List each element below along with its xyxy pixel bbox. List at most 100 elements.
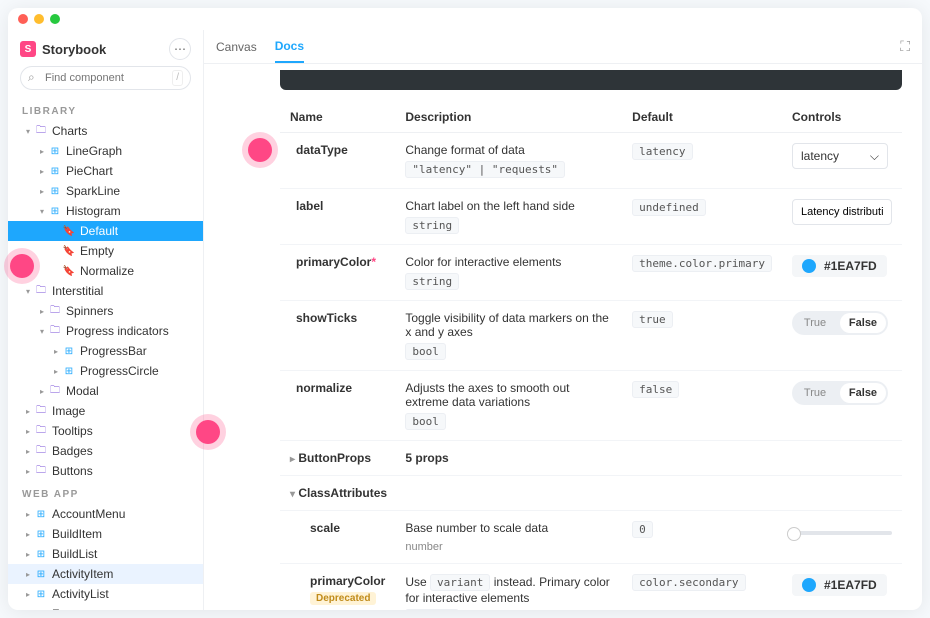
search-shortcut-hint: /: [172, 70, 183, 86]
sidebar-item-accountmenu[interactable]: ▸⊞AccountMenu: [8, 504, 203, 524]
default-value: true: [632, 311, 673, 328]
default-value: theme.color.primary: [632, 255, 772, 272]
bookmark-icon: 🔖: [62, 246, 76, 257]
highlight-dot-icon: [196, 420, 220, 444]
brand-label: Storybook: [42, 42, 106, 57]
section-label-webapp: WEB APP: [8, 481, 203, 504]
close-window-dot[interactable]: [18, 14, 28, 24]
sidebar-item-footer[interactable]: ▸⊞Footer: [8, 604, 203, 610]
type-signature: string: [405, 609, 459, 610]
type-signature: bool: [405, 413, 446, 430]
sidebar-item-piechart[interactable]: ▸⊞PieChart: [8, 161, 203, 181]
folder-icon: 🗀: [48, 303, 62, 320]
folder-icon: 🗀: [34, 403, 48, 420]
arg-row-showticks: showTicks Toggle visibility of data mark…: [280, 301, 902, 371]
default-value: undefined: [632, 199, 706, 216]
sidebar-item-buttons[interactable]: ▸🗀Buttons: [8, 461, 203, 481]
args-table: Name Description Default Controls dataTy…: [280, 102, 902, 610]
control-color-primarycolor[interactable]: #1EA7FD: [792, 255, 887, 277]
sidebar-item-tooltips[interactable]: ▸🗀Tooltips: [8, 421, 203, 441]
sidebar-item-builditem[interactable]: ▸⊞BuildItem: [8, 524, 203, 544]
storybook-logo-icon: [20, 41, 36, 57]
search-input[interactable]: [20, 66, 191, 90]
control-toggle-showticks[interactable]: True False: [792, 311, 888, 335]
bookmark-icon: 🔖: [62, 226, 76, 237]
tab-canvas[interactable]: Canvas: [216, 30, 257, 63]
col-controls: Controls: [782, 102, 902, 133]
component-icon: ⊞: [34, 569, 48, 580]
control-color-primarycolor-deprecated[interactable]: #1EA7FD: [792, 574, 887, 596]
sidebar-story-empty[interactable]: 🔖Empty: [8, 241, 203, 261]
bookmark-icon: 🔖: [62, 266, 76, 277]
control-slider-scale[interactable]: [792, 531, 892, 535]
preview-code-strip: [280, 70, 902, 90]
type-signature: string: [405, 217, 459, 234]
component-icon: ⊞: [48, 206, 62, 217]
component-icon: ⊞: [34, 549, 48, 560]
fullscreen-icon[interactable]: ⛶: [900, 38, 910, 55]
folder-icon: 🗀: [34, 123, 48, 140]
arg-row-normalize: normalize Adjusts the axes to smooth out…: [280, 371, 902, 441]
required-star: *: [371, 255, 376, 269]
arg-row-primarycolor-deprecated: primaryColor Deprecated Use variant inst…: [280, 564, 902, 611]
sidebar-item-progress-indicators[interactable]: ▾🗀Progress indicators: [8, 321, 203, 341]
minimize-window-dot[interactable]: [34, 14, 44, 24]
sidebar-item-linegraph[interactable]: ▸⊞LineGraph: [8, 141, 203, 161]
section-classattributes[interactable]: ▾ ClassAttributes: [280, 476, 902, 511]
sidebar-more-button[interactable]: ⋯: [169, 38, 191, 60]
sidebar-story-default[interactable]: 🔖Default: [8, 221, 203, 241]
component-icon: ⊞: [34, 609, 48, 611]
color-swatch-icon: [802, 259, 816, 273]
sidebar-item-activityitem[interactable]: ▸⊞ActivityItem: [8, 564, 203, 584]
col-description: Description: [395, 102, 622, 133]
type-hint: number: [405, 541, 442, 553]
highlight-dot-icon: [248, 138, 272, 162]
control-select-datatype[interactable]: latency ⌵: [792, 143, 888, 169]
type-signature: string: [405, 273, 459, 290]
folder-icon: 🗀: [48, 383, 62, 400]
main-panel: Canvas Docs ⛶ Name Description Default C…: [204, 30, 922, 610]
sidebar-item-spinners[interactable]: ▸🗀Spinners: [8, 301, 203, 321]
search-icon: ⌕: [28, 70, 35, 85]
deprecated-badge: Deprecated: [310, 592, 376, 605]
default-value: 0: [632, 521, 653, 538]
sidebar-item-progresscircle[interactable]: ▸⊞ProgressCircle: [8, 361, 203, 381]
component-icon: ⊞: [34, 529, 48, 540]
brand: Storybook: [20, 41, 106, 57]
folder-icon: 🗀: [34, 463, 48, 480]
section-buttonprops[interactable]: ▸ ButtonProps 5 props: [280, 441, 902, 476]
component-icon: ⊞: [48, 186, 62, 197]
col-name: Name: [280, 102, 395, 133]
sidebar-item-interstitial[interactable]: ▾🗀Interstitial: [8, 281, 203, 301]
control-text-label[interactable]: [792, 199, 892, 225]
sidebar: Storybook ⋯ ⌕ / LIBRARY ▾🗀Charts ▸⊞LineG…: [8, 30, 204, 610]
arg-row-datatype: dataType Change format of data "latency"…: [280, 133, 902, 189]
folder-icon: 🗀: [48, 323, 62, 340]
arg-row-scale: scale Base number to scale data number 0: [280, 511, 902, 564]
chevron-down-icon: ▾: [290, 489, 295, 500]
sidebar-item-modal[interactable]: ▸🗀Modal: [8, 381, 203, 401]
window-titlebar: [8, 8, 922, 30]
tab-docs[interactable]: Docs: [275, 30, 304, 63]
sidebar-tree: ▾🗀Charts ▸⊞LineGraph ▸⊞PieChart ▸⊞SparkL…: [8, 121, 203, 610]
component-icon: ⊞: [48, 166, 62, 177]
sidebar-item-progressbar[interactable]: ▸⊞ProgressBar: [8, 341, 203, 361]
sidebar-item-sparkline[interactable]: ▸⊞SparkLine: [8, 181, 203, 201]
type-signature: bool: [405, 343, 446, 360]
sidebar-item-charts[interactable]: ▾🗀Charts: [8, 121, 203, 141]
sidebar-item-activitylist[interactable]: ▸⊞ActivityList: [8, 584, 203, 604]
color-swatch-icon: [802, 578, 816, 592]
sidebar-item-buildlist[interactable]: ▸⊞BuildList: [8, 544, 203, 564]
folder-icon: 🗀: [34, 423, 48, 440]
component-icon: ⊞: [62, 346, 76, 357]
sidebar-item-histogram[interactable]: ▾⊞Histogram: [8, 201, 203, 221]
highlight-dot-icon: [10, 254, 34, 278]
sidebar-item-badges[interactable]: ▸🗀Badges: [8, 441, 203, 461]
arg-row-primarycolor: primaryColor* Color for interactive elem…: [280, 245, 902, 301]
sidebar-story-normalize[interactable]: 🔖Normalize: [8, 261, 203, 281]
chevron-down-icon: ⌵: [870, 149, 879, 164]
control-toggle-normalize[interactable]: True False: [792, 381, 888, 405]
maximize-window-dot[interactable]: [50, 14, 60, 24]
folder-icon: 🗀: [34, 283, 48, 300]
sidebar-item-image[interactable]: ▸🗀Image: [8, 401, 203, 421]
